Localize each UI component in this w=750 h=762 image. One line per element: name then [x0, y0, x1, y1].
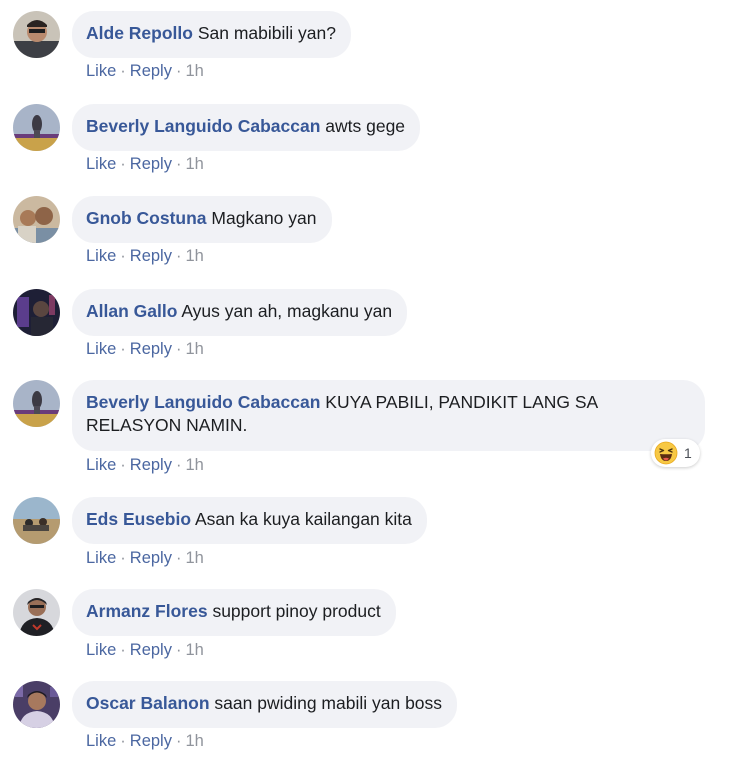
separator: · — [175, 62, 182, 80]
comment-text: support pinoy product — [212, 601, 381, 621]
commenter-name[interactable]: Armanz Flores — [86, 601, 208, 621]
separator: · — [175, 155, 182, 173]
comment-actions: Like · Reply · 1h — [86, 732, 204, 751]
like-link[interactable]: Like — [86, 456, 116, 474]
reply-link[interactable]: Reply — [130, 155, 172, 173]
separator: · — [175, 549, 182, 567]
commenter-name[interactable]: Oscar Balanon — [86, 693, 210, 713]
separator: · — [120, 456, 126, 474]
timestamp[interactable]: 1h — [185, 641, 203, 659]
commenter-name[interactable]: Alde Repollo — [86, 23, 193, 43]
comment-text: Magkano yan — [211, 208, 317, 228]
separator: · — [175, 456, 182, 474]
timestamp[interactable]: 1h — [185, 549, 203, 567]
avatar[interactable] — [13, 104, 60, 151]
separator: · — [120, 155, 126, 173]
timestamp[interactable]: 1h — [185, 340, 203, 358]
like-link[interactable]: Like — [86, 732, 116, 750]
like-link[interactable]: Like — [86, 549, 116, 567]
comment-actions: Like · Reply · 1h — [86, 340, 204, 359]
avatar[interactable] — [13, 11, 60, 58]
reply-link[interactable]: Reply — [130, 456, 172, 474]
separator: · — [120, 732, 126, 750]
comment-actions: Like · Reply · 1h — [86, 549, 204, 568]
reply-link[interactable]: Reply — [130, 549, 172, 567]
like-link[interactable]: Like — [86, 247, 116, 265]
comment-text: Ayus yan ah, magkanu yan — [181, 301, 393, 321]
reaction-count: 1 — [684, 445, 692, 461]
reaction-badge[interactable]: 1 — [651, 439, 700, 467]
commenter-name[interactable]: Beverly Languido Cabaccan — [86, 392, 320, 412]
timestamp[interactable]: 1h — [185, 62, 203, 80]
reply-link[interactable]: Reply — [130, 641, 172, 659]
separator: · — [175, 340, 182, 358]
haha-emoji-icon — [654, 441, 678, 465]
commenter-name[interactable]: Allan Gallo — [86, 301, 177, 321]
avatar[interactable] — [13, 497, 60, 544]
avatar[interactable] — [13, 289, 60, 336]
like-link[interactable]: Like — [86, 641, 116, 659]
separator: · — [120, 247, 126, 265]
reply-link[interactable]: Reply — [130, 340, 172, 358]
separator: · — [175, 247, 182, 265]
like-link[interactable]: Like — [86, 62, 116, 80]
avatar[interactable] — [13, 681, 60, 728]
separator: · — [120, 340, 126, 358]
comment-bubble: Eds Eusebio Asan ka kuya kailangan kita — [72, 497, 427, 544]
reply-link[interactable]: Reply — [130, 247, 172, 265]
comment-actions: Like · Reply · 1h — [86, 247, 204, 266]
comment-bubble: Beverly Languido Cabaccan KUYA PABILI, P… — [72, 380, 705, 451]
comment-bubble: Beverly Languido Cabaccan awts gege — [72, 104, 421, 151]
comment-bubble: Oscar Balanon saan pwiding mabili yan bo… — [72, 681, 458, 728]
separator: · — [120, 62, 126, 80]
timestamp[interactable]: 1h — [185, 456, 203, 474]
separator: · — [175, 641, 182, 659]
comment-text: saan pwiding mabili yan boss — [214, 693, 443, 713]
timestamp[interactable]: 1h — [185, 247, 203, 265]
comment-bubble: Allan Gallo Ayus yan ah, magkanu yan — [72, 289, 408, 336]
reply-link[interactable]: Reply — [130, 732, 172, 750]
comment-actions: Like · Reply · 1h — [86, 641, 204, 660]
commenter-name[interactable]: Beverly Languido Cabaccan — [86, 116, 320, 136]
avatar[interactable] — [13, 380, 60, 427]
separator: · — [120, 549, 126, 567]
comment-bubble: Alde Repollo San mabibili yan? — [72, 11, 351, 58]
timestamp[interactable]: 1h — [185, 732, 203, 750]
comment-actions: Like · Reply · 1h — [86, 155, 204, 174]
comment-actions: Like · Reply · 1h — [86, 456, 204, 475]
avatar[interactable] — [13, 589, 60, 636]
timestamp[interactable]: 1h — [185, 155, 203, 173]
reply-link[interactable]: Reply — [130, 62, 172, 80]
comment-bubble: Gnob Costuna Magkano yan — [72, 196, 332, 243]
comment-bubble: Armanz Flores support pinoy product — [72, 589, 396, 636]
comment-actions: Like · Reply · 1h — [86, 62, 204, 81]
comment-text: San mabibili yan? — [197, 23, 336, 43]
comment-text: awts gege — [325, 116, 406, 136]
commenter-name[interactable]: Gnob Costuna — [86, 208, 207, 228]
separator: · — [120, 641, 126, 659]
commenter-name[interactable]: Eds Eusebio — [86, 509, 191, 529]
separator: · — [175, 732, 182, 750]
like-link[interactable]: Like — [86, 340, 116, 358]
avatar[interactable] — [13, 196, 60, 243]
like-link[interactable]: Like — [86, 155, 116, 173]
comment-text: Asan ka kuya kailangan kita — [194, 509, 412, 529]
